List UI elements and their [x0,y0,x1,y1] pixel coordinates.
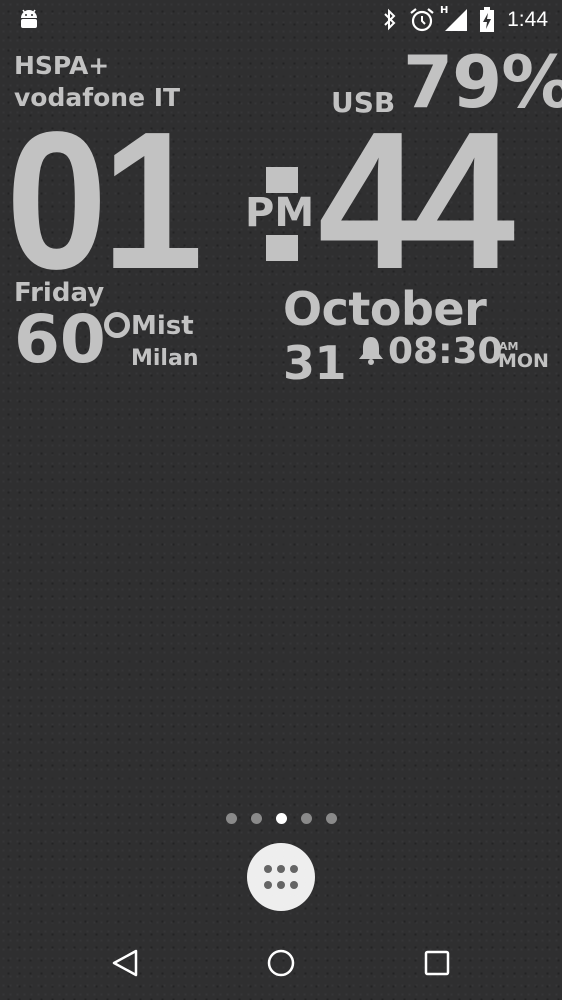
bluetooth-icon [384,8,396,31]
grid-dot [290,865,298,873]
grid-dot [264,881,272,889]
grid-dot [264,865,272,873]
status-time: 1:44 [507,8,548,31]
colon-bottom [266,235,298,261]
alarm-day: MON [498,350,549,372]
page-dot-active [276,813,287,824]
back-icon[interactable] [111,948,139,978]
grid-dot [290,881,298,889]
recents-icon[interactable] [424,950,450,976]
alarm-clock-icon [410,8,434,32]
network-type: HSPA+ [14,51,110,80]
degree-icon [104,312,130,338]
ampm-label: PM [245,190,315,236]
android-icon [21,9,37,28]
clock-hour: 01 [6,91,203,310]
home-icon[interactable] [266,948,296,978]
page-dot [226,813,237,824]
app-drawer-button[interactable] [247,843,315,911]
grid-dot [277,865,285,873]
signal-icon [445,9,467,31]
weather-city: Milan [131,346,199,371]
battery-charging-icon [480,7,494,32]
page-dot [301,813,312,824]
clock-minute: 44 [318,91,515,310]
bell-icon [359,337,383,365]
status-bar: H 1:44 [0,0,562,40]
weather-condition: Mist [131,311,194,341]
navigation-bar [0,920,562,1000]
grid-dot [277,881,285,889]
alarm-time: 08:30 [388,331,503,372]
page-dot [326,813,337,824]
page-dot [251,813,262,824]
temperature: 60 [14,301,106,378]
page-indicator [226,813,338,827]
